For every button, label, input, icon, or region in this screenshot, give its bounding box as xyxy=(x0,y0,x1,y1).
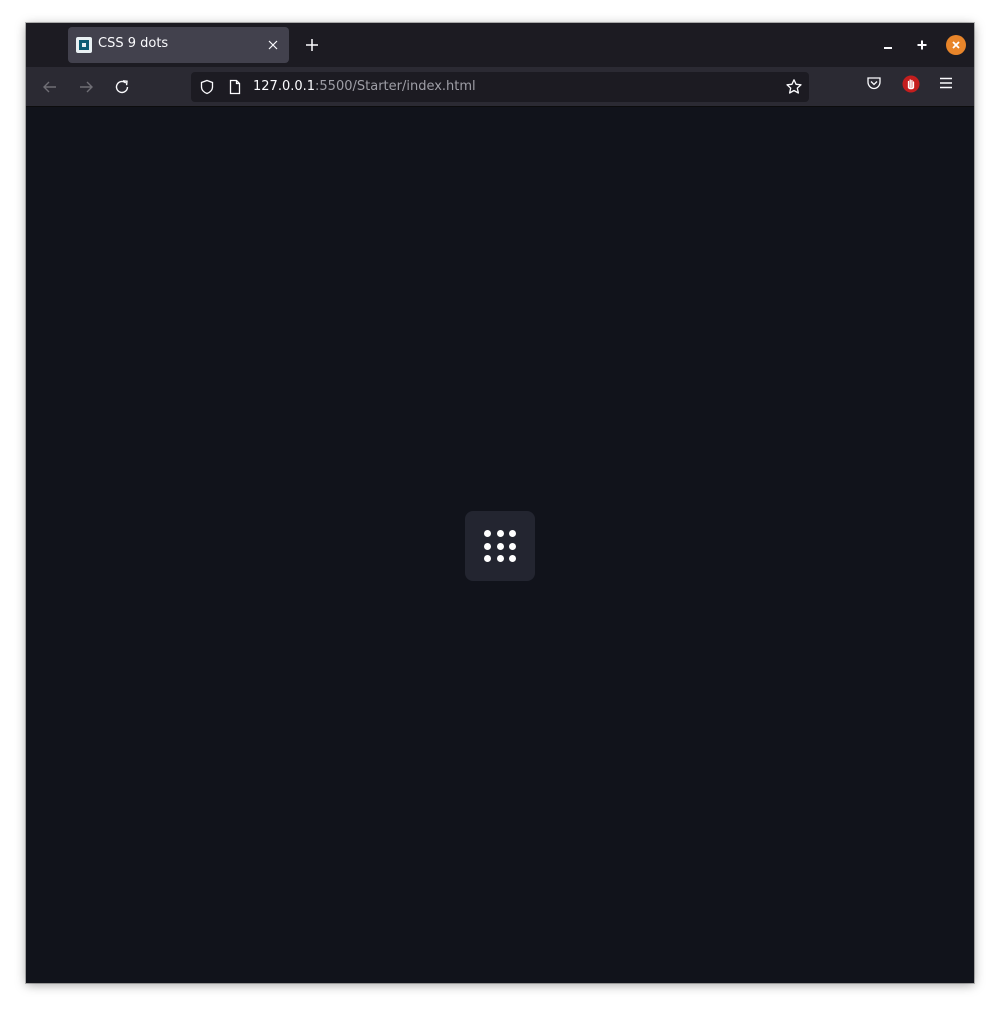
tab-close-icon[interactable] xyxy=(263,35,283,55)
url-host: 127.0.0.1 xyxy=(253,79,316,94)
minimize-icon xyxy=(884,47,892,49)
url-path: :5500/Starter/index.html xyxy=(315,79,476,94)
plus-icon xyxy=(306,39,318,51)
page-content xyxy=(26,107,974,983)
pocket-icon[interactable] xyxy=(866,75,882,95)
maximize-icon xyxy=(917,40,927,50)
nine-dots-grid-button[interactable] xyxy=(465,511,535,581)
dot xyxy=(496,555,504,562)
arrow-left-icon xyxy=(43,81,56,93)
dot xyxy=(484,542,491,550)
dot xyxy=(496,542,504,550)
back-button[interactable] xyxy=(38,75,62,99)
browser-window: CSS 9 dots 127.0.0.1:5500/Starter/index.… xyxy=(26,23,974,983)
reload-button[interactable] xyxy=(110,75,134,99)
forward-button[interactable] xyxy=(74,75,98,99)
favicon-icon xyxy=(76,37,92,53)
hamburger-menu-icon[interactable] xyxy=(938,75,954,95)
close-window-button[interactable] xyxy=(946,35,966,55)
dot xyxy=(484,555,491,562)
dot xyxy=(496,530,504,537)
tab-strip: CSS 9 dots xyxy=(26,23,974,67)
url-text[interactable]: 127.0.0.1:5500/Starter/index.html xyxy=(253,79,476,94)
arrow-right-icon xyxy=(80,81,93,93)
dot xyxy=(509,555,516,562)
dot xyxy=(509,530,516,537)
page-icon[interactable] xyxy=(227,79,243,99)
new-tab-button[interactable] xyxy=(300,33,324,57)
navigation-bar: 127.0.0.1:5500/Starter/index.html xyxy=(26,67,974,107)
dot xyxy=(484,530,491,537)
tab-css-9-dots[interactable]: CSS 9 dots xyxy=(68,27,289,63)
minimize-button[interactable] xyxy=(878,35,898,55)
maximize-button[interactable] xyxy=(912,35,932,55)
ublock-origin-icon[interactable] xyxy=(902,75,920,97)
bookmark-star-icon[interactable] xyxy=(785,78,803,100)
shield-icon[interactable] xyxy=(199,79,215,99)
reload-icon xyxy=(115,80,129,94)
close-icon xyxy=(952,41,960,49)
url-bar[interactable]: 127.0.0.1:5500/Starter/index.html xyxy=(191,72,809,102)
tab-title: CSS 9 dots xyxy=(98,36,169,51)
dot xyxy=(509,542,516,550)
